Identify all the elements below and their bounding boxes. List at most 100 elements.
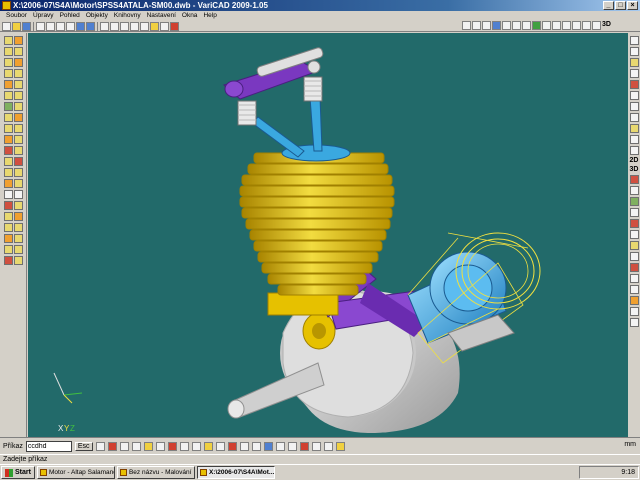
- right-tool-icon[interactable]: [629, 252, 639, 261]
- view-light-icon[interactable]: [582, 21, 591, 30]
- zoom-all-icon[interactable]: [120, 21, 129, 31]
- menu-soubor[interactable]: Soubor: [3, 11, 30, 21]
- tool-ungroup-icon[interactable]: [13, 190, 23, 199]
- cmd-tool-icon[interactable]: [143, 441, 153, 451]
- title-bar[interactable]: X:\2006-07\S4A\Motor\SPSS4ATALA-SM00.dwb…: [0, 0, 640, 11]
- right-tool-icon[interactable]: [629, 47, 639, 56]
- cmd-tool-icon[interactable]: [131, 441, 141, 451]
- right-tool-icon[interactable]: [629, 113, 639, 122]
- minimize-button[interactable]: _: [603, 1, 614, 10]
- tool-bom-icon[interactable]: [13, 212, 23, 221]
- new-file-icon[interactable]: [2, 21, 11, 31]
- view-shade-icon[interactable]: [512, 21, 521, 30]
- right-tool-icon[interactable]: [629, 296, 639, 305]
- grid-icon[interactable]: [160, 21, 169, 31]
- right-tool-icon[interactable]: [629, 36, 639, 45]
- right-tool-icon[interactable]: [629, 241, 639, 250]
- view-zoom-icon[interactable]: [542, 21, 551, 30]
- tool-cone-icon[interactable]: [3, 47, 13, 56]
- tool-weld-icon[interactable]: [3, 245, 13, 254]
- menu-upravy[interactable]: Úpravy: [30, 11, 57, 21]
- save-icon[interactable]: [22, 21, 31, 31]
- tool-measure-icon[interactable]: [13, 179, 23, 188]
- menu-nastaveni[interactable]: Nastavení: [144, 11, 179, 21]
- cmd-tool-icon[interactable]: [191, 441, 201, 451]
- tool-show-icon[interactable]: [13, 223, 23, 232]
- tool-thread-icon[interactable]: [3, 135, 13, 144]
- tool-sweep-icon[interactable]: [13, 80, 23, 89]
- cmd-tool-icon[interactable]: [107, 441, 117, 451]
- cmd-tool-icon[interactable]: [227, 441, 237, 451]
- redraw-icon[interactable]: [140, 21, 149, 31]
- right-tool-icon[interactable]: [629, 58, 639, 67]
- right-tool-icon[interactable]: [629, 285, 639, 294]
- tool-delete-icon[interactable]: [3, 146, 13, 155]
- tool-rotate-icon[interactable]: [13, 157, 23, 166]
- tool-box-icon[interactable]: [3, 36, 13, 45]
- tool-move-icon[interactable]: [13, 146, 23, 155]
- tool-group-icon[interactable]: [3, 190, 13, 199]
- tool-hole-icon[interactable]: [13, 124, 23, 133]
- help-icon[interactable]: [170, 21, 179, 31]
- right-tool-icon[interactable]: [629, 197, 639, 206]
- copy-icon[interactable]: [56, 21, 65, 31]
- mode-3d-label[interactable]: 3D: [630, 166, 639, 173]
- cmd-tool-icon[interactable]: [287, 441, 297, 451]
- right-tool-icon[interactable]: [629, 208, 639, 217]
- right-tool-icon[interactable]: [629, 318, 639, 327]
- cmd-tool-icon[interactable]: [215, 441, 225, 451]
- view-side-icon[interactable]: [482, 21, 491, 30]
- tool-pipe-icon[interactable]: [13, 58, 23, 67]
- view-top-icon[interactable]: [472, 21, 481, 30]
- right-tool-icon[interactable]: [629, 230, 639, 239]
- menu-pohled[interactable]: Pohled: [57, 11, 83, 21]
- tool-hide-icon[interactable]: [3, 223, 13, 232]
- tool-subtract-icon[interactable]: [13, 102, 23, 111]
- right-tool-icon[interactable]: [629, 80, 639, 89]
- pan-icon[interactable]: [130, 21, 139, 31]
- esc-button[interactable]: Esc: [74, 441, 93, 451]
- right-tool-icon[interactable]: [629, 91, 639, 100]
- tool-helix-icon[interactable]: [3, 91, 13, 100]
- right-tool-icon[interactable]: [629, 124, 639, 133]
- tool-loft-icon[interactable]: [3, 80, 13, 89]
- start-button[interactable]: Start: [1, 466, 35, 479]
- menu-knihovny[interactable]: Knihovny: [111, 11, 144, 21]
- tool-shell-icon[interactable]: [13, 91, 23, 100]
- tool-layer-icon[interactable]: [13, 234, 23, 243]
- undo-icon[interactable]: [76, 21, 85, 31]
- model-viewport[interactable]: X Y Z: [28, 33, 628, 437]
- cmd-tool-icon[interactable]: [239, 441, 249, 451]
- tool-check-icon[interactable]: [3, 201, 13, 210]
- mode-2d-label[interactable]: 2D: [630, 157, 639, 164]
- menu-objekty[interactable]: Objekty: [83, 11, 111, 21]
- view-front-icon[interactable]: [462, 21, 471, 30]
- tool-edit-icon[interactable]: [3, 179, 13, 188]
- tool-mirror-icon[interactable]: [13, 135, 23, 144]
- menu-help[interactable]: Help: [200, 11, 219, 21]
- tool-scale-icon[interactable]: [3, 168, 13, 177]
- view-rotate-icon[interactable]: [502, 21, 511, 30]
- right-tool-icon[interactable]: [629, 69, 639, 78]
- right-tool-icon[interactable]: [629, 263, 639, 272]
- cmd-tool-icon[interactable]: [299, 441, 309, 451]
- menu-okna[interactable]: Okna: [179, 11, 201, 21]
- mode-3d-label[interactable]: 3D: [602, 21, 611, 30]
- right-tool-icon[interactable]: [629, 186, 639, 195]
- cut-icon[interactable]: [46, 21, 55, 31]
- tool-sphere-icon[interactable]: [13, 47, 23, 56]
- tool-revolve-icon[interactable]: [13, 69, 23, 78]
- cmd-tool-icon[interactable]: [311, 441, 321, 451]
- clock[interactable]: 9:18: [621, 469, 635, 476]
- taskbar-item[interactable]: Bez názvu - Malování: [116, 466, 195, 479]
- tool-bearing-icon[interactable]: [13, 256, 23, 265]
- tool-color-icon[interactable]: [3, 234, 13, 243]
- view-iso-icon[interactable]: [492, 21, 501, 30]
- right-tool-icon[interactable]: [629, 102, 639, 111]
- cmd-tool-icon[interactable]: [179, 441, 189, 451]
- tool-chamfer-icon[interactable]: [3, 124, 13, 133]
- tool-add-icon[interactable]: [3, 102, 13, 111]
- cmd-tool-icon[interactable]: [275, 441, 285, 451]
- tool-info-icon[interactable]: [13, 201, 23, 210]
- taskbar-item[interactable]: Motor - Altap Salamande...: [36, 466, 115, 479]
